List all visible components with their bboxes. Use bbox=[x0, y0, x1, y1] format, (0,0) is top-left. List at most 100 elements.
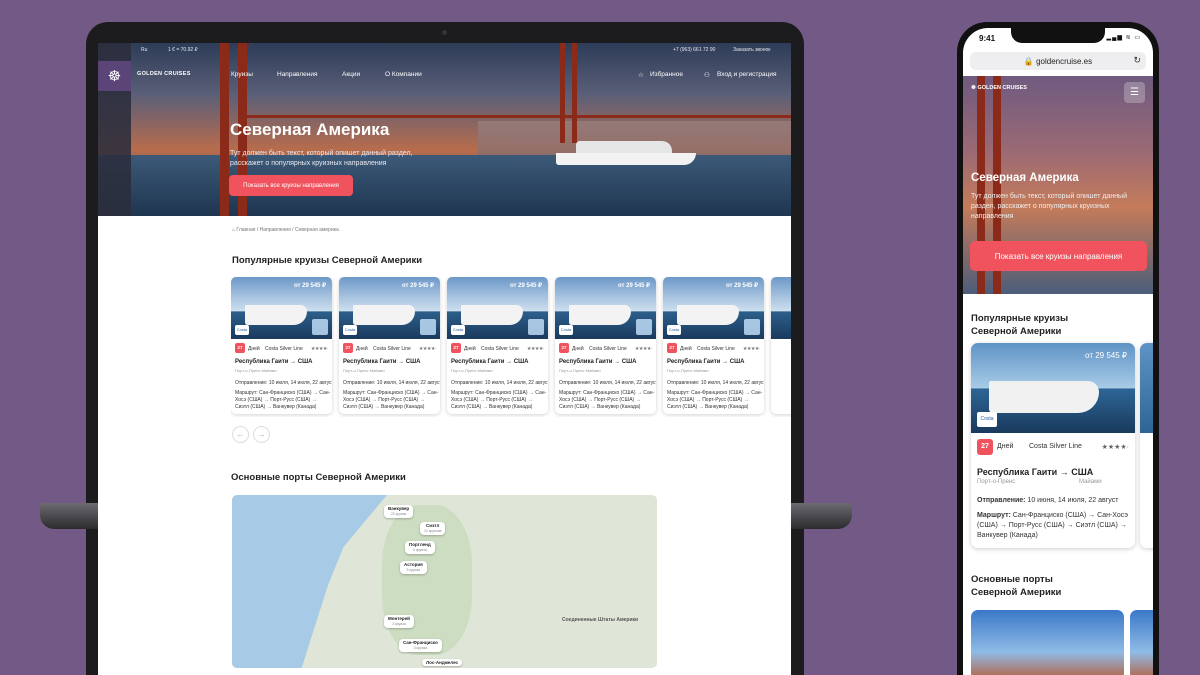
map-pin[interactable]: Сиэтл 12 круизов bbox=[420, 522, 446, 535]
itinerary-info: Маршрут: Сан-Франциско (США) → Сан-Хосэ … bbox=[235, 390, 331, 410]
ports-title: Основные порты Северной Америки bbox=[231, 472, 406, 483]
mobile-show-all-button[interactable]: Показать все круизы направления bbox=[970, 241, 1147, 271]
departure-info: Отправление: 10 июля, 14 июля, 22 август bbox=[343, 380, 440, 386]
mobile-ports-title: Основные порты Северной Америки bbox=[971, 574, 1062, 598]
show-all-cruises-button[interactable]: Показать все круизы направления bbox=[229, 175, 353, 196]
cruise-card[interactable]: от 29 545 ₽ Costa 27 Дней Costa Silver Line ★… bbox=[339, 277, 440, 414]
route-ports: Порт-о-Пренс Майами bbox=[451, 368, 493, 373]
top-bar: Ru 1 € = 70.92 ₽ +7 (963) 661 72 90 Зака… bbox=[131, 43, 791, 57]
pin-port-name: Монтерей bbox=[388, 616, 410, 621]
departure-info: Отправление: 10 июня, 14 июля, 22 август bbox=[977, 497, 1118, 504]
nav-item-destinations[interactable]: Направления bbox=[277, 71, 318, 78]
login-link[interactable]: Вход и регистрация bbox=[717, 71, 777, 78]
days-label: Дней bbox=[356, 346, 368, 352]
days-label: Дней bbox=[572, 346, 584, 352]
mobile-screen: 9:41 ▂▄▆ ≋ ▭ 🔒 goldencruise.es ↻ ☸ GOLDE… bbox=[963, 28, 1153, 675]
days-badge: 27 bbox=[343, 343, 353, 353]
departure-label: Отправление: bbox=[977, 497, 1026, 504]
pin-cruise-count: 12 круизов bbox=[424, 529, 442, 533]
days-label: Дней bbox=[680, 346, 692, 352]
ship-image bbox=[245, 305, 307, 325]
route-from: Республика Гаити bbox=[977, 467, 1058, 477]
costa-logo-icon: Costa bbox=[977, 412, 997, 427]
cruise-line: Costa Silver Line bbox=[481, 346, 519, 352]
route-heading: Республика Гаити → США bbox=[451, 359, 529, 365]
pin-cruise-count: 22 круиза bbox=[390, 512, 407, 516]
ship-wheel-icon[interactable]: ☸ bbox=[98, 61, 131, 91]
arrow-right-icon: → bbox=[1059, 467, 1072, 477]
route-heading: Республика Гаити → США bbox=[977, 467, 1093, 477]
map-region-label: Соединенные Штаты Америки bbox=[562, 617, 639, 623]
lock-icon: 🔒 bbox=[1023, 56, 1037, 66]
ship-image bbox=[569, 305, 631, 325]
cruise-card[interactable]: от 29 545 ₽ Costa 27 Дней Costa Silver Line ★… bbox=[663, 277, 764, 414]
cruise-photo: от 29 545 ₽ Costa bbox=[971, 343, 1135, 433]
url-text: goldencruise.es bbox=[1036, 56, 1093, 66]
costa-logo-icon: Costa bbox=[343, 325, 357, 335]
favorites-link[interactable]: Избранное bbox=[650, 71, 683, 78]
map-pin[interactable]: Портленд 4 круиза bbox=[405, 541, 435, 554]
map-pin[interactable]: Лос-Анджелес bbox=[422, 659, 463, 666]
cruise-card[interactable]: от 29 545 ₽ Costa 27 Дней Costa Silver Line ★… bbox=[447, 277, 548, 414]
route-ports: Порт-о-Пренс Майами bbox=[235, 368, 277, 373]
pin-cruise-count: 4 круиза bbox=[413, 548, 427, 552]
pin-port-name: Астория bbox=[404, 562, 423, 567]
breadcrumb-home[interactable]: Главная bbox=[236, 227, 255, 233]
map-pin[interactable]: Монтерей 3 круиза bbox=[384, 615, 414, 628]
route-ports: Порт-о-Пренс Майами bbox=[343, 368, 385, 373]
carousel-prev-button[interactable]: ← bbox=[232, 426, 249, 443]
to-port: Майами bbox=[1079, 479, 1102, 485]
map-pin[interactable]: Ванкувер 22 круиза bbox=[384, 505, 414, 518]
nav-item-deals[interactable]: Акции bbox=[342, 71, 360, 78]
ship-image bbox=[677, 305, 739, 325]
route-heading: Республика Гаити → США bbox=[343, 359, 421, 365]
hero-title: Северная Америка bbox=[230, 120, 390, 139]
rating-stars: ★★★★· bbox=[634, 346, 653, 352]
breadcrumb-destinations[interactable]: Направления bbox=[260, 227, 291, 233]
brand-name[interactable]: GOLDEN CRUISES bbox=[137, 71, 191, 77]
nav-item-about[interactable]: О Компании bbox=[385, 71, 422, 78]
costa-logo-icon: Costa bbox=[235, 325, 249, 335]
favorite-toggle[interactable] bbox=[528, 319, 544, 335]
cruise-photo: от 29 545 ₽ Costa bbox=[663, 277, 764, 339]
hamburger-menu-icon[interactable]: ☰ bbox=[1124, 82, 1145, 103]
mobile-hero-subtitle: Тут должен быть текст, который опишет да… bbox=[971, 193, 1127, 220]
favorite-toggle[interactable] bbox=[312, 319, 328, 335]
cruise-photo bbox=[771, 277, 791, 339]
mobile-cruise-card[interactable]: от 29 545 ₽ Costa 27 Дней Costa Silver L… bbox=[971, 343, 1135, 548]
rating-stars: ★★★★· bbox=[526, 346, 545, 352]
rating-stars: ★★★★· bbox=[418, 346, 437, 352]
status-icons: ▂▄▆ ≋ ▭ bbox=[1106, 35, 1141, 41]
phone-link[interactable]: +7 (963) 661 72 90 bbox=[673, 47, 715, 53]
route-to: США bbox=[1071, 467, 1094, 477]
mobile-popular-title: Популярные круизы Северной Америки bbox=[971, 313, 1069, 337]
reload-icon[interactable]: ↻ bbox=[1133, 55, 1141, 66]
favorite-toggle[interactable] bbox=[636, 319, 652, 335]
language-select[interactable]: Ru bbox=[141, 47, 147, 53]
departure-info: Отправление: 10 июля, 14 июля, 22 август bbox=[235, 380, 332, 386]
port-photo[interactable] bbox=[971, 610, 1124, 675]
port-photo[interactable] bbox=[1130, 610, 1153, 675]
route-heading: Республика Гаити → США bbox=[559, 359, 637, 365]
favorite-toggle[interactable] bbox=[420, 319, 436, 335]
address-bar[interactable]: 🔒 goldencruise.es ↻ bbox=[970, 52, 1146, 70]
next-card-peek[interactable] bbox=[1140, 343, 1153, 548]
ports-map[interactable]: Соединенные Штаты Америки Ванкувер 22 кру… bbox=[232, 495, 657, 668]
departure-info: Отправление: 10 июля, 14 июля, 22 август bbox=[667, 380, 764, 386]
favorite-toggle[interactable] bbox=[744, 319, 760, 335]
hero-banner: ☸ Ru 1 € = 70.92 ₽ +7 (963) 661 72 90 За… bbox=[98, 43, 791, 216]
mobile-brand[interactable]: ☸ GOLDEN CRUISES bbox=[971, 85, 1027, 91]
nav-item-cruises[interactable]: Круизы bbox=[231, 71, 253, 78]
cruise-card[interactable]: от 29 545 ₽ Costa 27 Дней Costa Silver Line ★… bbox=[555, 277, 656, 414]
cruise-card[interactable]: от 29 545 ₽ Costa 27 Дней Costa Silver Line ★… bbox=[231, 277, 332, 414]
callback-link[interactable]: Заказать звонок bbox=[733, 47, 770, 53]
map-pin[interactable]: Сан-Франциско 3 круиза bbox=[399, 639, 442, 652]
days-badge: 27 bbox=[451, 343, 461, 353]
departure-dates: 10 июня, 14 июля, 22 август bbox=[1027, 497, 1119, 504]
carousel-next-button[interactable]: → bbox=[253, 426, 270, 443]
days-label: Дней bbox=[464, 346, 476, 352]
itinerary-info: Маршрут: Сан-Франциско (США) → Сан-Хосэ … bbox=[667, 390, 763, 410]
costa-logo-icon: Costa bbox=[667, 325, 681, 335]
cruise-card-peek[interactable] bbox=[771, 277, 791, 414]
map-pin[interactable]: Астория 3 круиза bbox=[400, 561, 427, 574]
